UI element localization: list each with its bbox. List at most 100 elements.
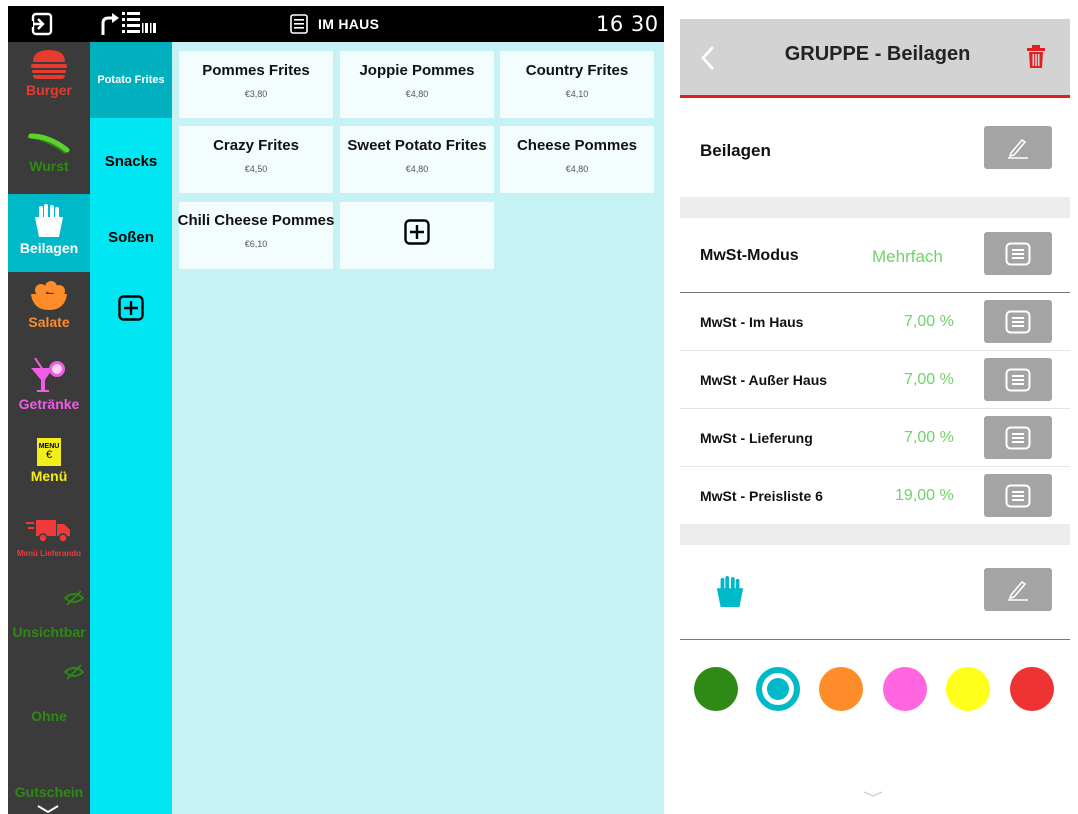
category-gutschein[interactable]: Gutschein — [8, 782, 90, 806]
logout-button[interactable] — [30, 6, 54, 42]
vat-row-button[interactable] — [984, 358, 1052, 401]
color-swatch-yellow[interactable] — [946, 667, 990, 711]
vat-row-ausser-haus[interactable]: MwSt - Außer Haus 7,00 % — [680, 351, 1070, 408]
product-price: €4,10 — [565, 89, 589, 99]
order-list-icon — [101, 12, 156, 35]
color-swatch-green[interactable] — [694, 667, 738, 711]
eye-off-icon — [64, 664, 84, 680]
product-price: €6,10 — [244, 239, 268, 249]
vat-row-preisliste-6[interactable]: MwSt - Preisliste 6 19,00 % — [680, 467, 1070, 524]
group-label: Soßen — [108, 228, 154, 246]
product-name: Chili Cheese Pommes — [177, 212, 335, 229]
vat-row-button[interactable] — [984, 474, 1052, 517]
category-label: Ohne — [31, 708, 67, 724]
group-sidebar: Potato Frites Snacks Soßen — [90, 42, 172, 814]
vat-row-label: MwSt - Preisliste 6 — [700, 488, 823, 504]
group-settings-panel: GRUPPE - Beilagen Beilagen MwSt-Modus Me… — [680, 19, 1070, 814]
group-snacks[interactable]: Snacks — [90, 138, 172, 184]
category-label: Burger — [26, 82, 72, 98]
order-list-button[interactable] — [100, 6, 166, 42]
list-icon — [1005, 242, 1031, 265]
category-menue-lieferando[interactable]: Menü Lieferando — [8, 518, 90, 574]
group-label: Potato Frites — [97, 74, 165, 86]
group-name-value: Beilagen — [700, 141, 771, 160]
eye-off-icon — [64, 590, 84, 606]
clock-text: 16 30 — [596, 12, 659, 36]
section-separator — [680, 524, 1070, 545]
back-icon[interactable] — [700, 45, 716, 71]
list-icon — [1005, 310, 1031, 333]
register-icon — [290, 14, 308, 34]
vat-row-label: MwSt - Lieferung — [700, 430, 813, 446]
edit-name-button[interactable] — [984, 126, 1052, 169]
top-bar: IM HAUS 16 30 — [8, 6, 664, 42]
group-sossen[interactable]: Soßen — [90, 214, 172, 260]
vat-row-value: 7,00 % — [904, 371, 954, 388]
vat-row-lieferung[interactable]: MwSt - Lieferung 7,00 % — [680, 409, 1070, 466]
order-mode-selector[interactable]: IM HAUS — [290, 6, 379, 42]
chevron-down-icon[interactable] — [862, 790, 884, 798]
vat-row-value: 7,00 % — [904, 429, 954, 446]
chevron-down-icon[interactable] — [36, 804, 60, 814]
category-label: Unsichtbar — [12, 624, 86, 640]
vat-row-label: MwSt - Im Haus — [700, 314, 804, 330]
product-tile[interactable]: Country Frites €4,10 — [500, 51, 654, 118]
category-salate[interactable]: Salate — [8, 280, 90, 350]
category-beilagen[interactable]: Beilagen — [8, 194, 90, 272]
product-name: Crazy Frites — [213, 137, 299, 154]
plus-icon — [404, 218, 430, 245]
product-price: €4,50 — [244, 164, 268, 174]
group-potato-frites[interactable]: Potato Frites — [90, 42, 172, 118]
product-tile[interactable]: Cheese Pommes €4,80 — [500, 126, 654, 193]
color-swatch-pink[interactable] — [883, 667, 927, 711]
trash-icon[interactable] — [1026, 45, 1046, 69]
vat-row-button[interactable] — [984, 300, 1052, 343]
color-swatch-red[interactable] — [1010, 667, 1054, 711]
product-price: €4,80 — [405, 89, 429, 99]
fries-icon — [35, 204, 63, 237]
product-name: Cheese Pommes — [516, 137, 638, 154]
add-group-button[interactable] — [90, 286, 172, 330]
menu-icon-euro: € — [45, 449, 53, 461]
product-name: Sweet Potato Frites — [347, 137, 487, 154]
product-tile[interactable]: Joppie Pommes €4,80 — [340, 51, 494, 118]
category-label: Gutschein — [14, 784, 84, 800]
color-swatch-orange[interactable] — [819, 667, 863, 711]
burger-icon — [31, 50, 67, 79]
fries-icon — [716, 576, 744, 608]
category-label: Beilagen — [19, 240, 79, 256]
menu-icon: MENU € — [37, 438, 61, 466]
category-wurst[interactable]: Wurst — [8, 126, 90, 196]
list-icon — [1005, 426, 1031, 449]
product-tile[interactable]: Crazy Frites €4,50 — [179, 126, 333, 193]
product-tile[interactable]: Chili Cheese Pommes €6,10 — [177, 202, 335, 269]
divider — [680, 639, 1070, 640]
list-icon — [1005, 484, 1031, 507]
clock: 16 30 — [596, 6, 659, 42]
color-swatch-cyan[interactable] — [756, 667, 800, 711]
category-label: Wurst — [29, 158, 69, 174]
vat-mode-button[interactable] — [984, 232, 1052, 275]
category-burger[interactable]: Burger — [8, 48, 90, 118]
vat-row-button[interactable] — [984, 416, 1052, 459]
add-product-button[interactable] — [340, 202, 494, 269]
category-unsichtbar[interactable]: Unsichtbar — [8, 622, 90, 650]
product-price: €4,80 — [405, 164, 429, 174]
vat-row-im-haus[interactable]: MwSt - Im Haus 7,00 % — [680, 293, 1070, 350]
plus-icon — [118, 295, 144, 321]
list-icon — [1005, 368, 1031, 391]
pencil-icon — [1008, 580, 1028, 601]
category-getraenke[interactable]: Getränke — [8, 358, 90, 428]
edit-icon-button[interactable] — [984, 568, 1052, 611]
drink-icon — [31, 358, 65, 392]
vat-row-value: 19,00 % — [895, 487, 954, 504]
category-ohne[interactable]: Ohne — [8, 706, 90, 734]
category-label: Salate — [28, 314, 70, 330]
product-tile[interactable]: Sweet Potato Frites €4,80 — [340, 126, 494, 193]
category-menue[interactable]: MENU € Menü — [8, 436, 90, 510]
category-sidebar: Burger Wurst Beilagen Salate Getränke ME… — [8, 42, 90, 814]
delivery-truck-icon — [26, 520, 70, 543]
vat-mode-row[interactable]: MwSt-Modus Mehrfach — [680, 218, 1070, 292]
product-name: Country Frites — [525, 62, 629, 79]
product-tile[interactable]: Pommes Frites €3,80 — [179, 51, 333, 118]
